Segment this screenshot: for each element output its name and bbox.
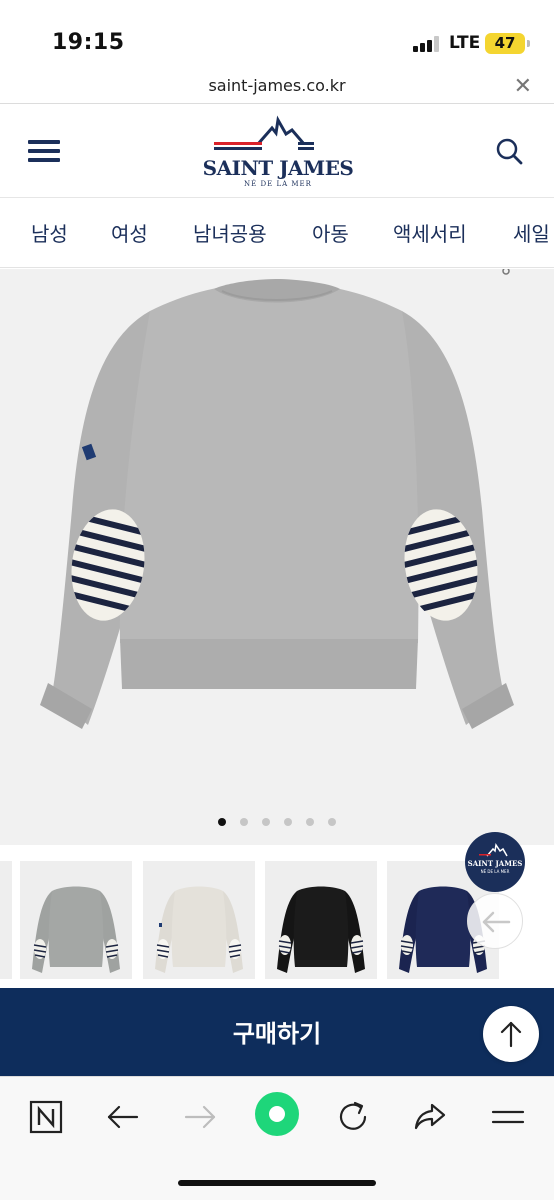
badge-tagline: NÉ DE LA MER: [480, 869, 510, 874]
category-accessories[interactable]: 액세서리: [393, 218, 467, 247]
green-home-icon[interactable]: [254, 1091, 300, 1137]
url-text[interactable]: saint-james.co.kr: [0, 76, 554, 95]
brand-tagline: NÉ DE LA MER: [244, 180, 312, 188]
forward-icon[interactable]: [178, 1095, 222, 1139]
scroll-to-top-button[interactable]: [483, 1006, 539, 1062]
hamburger-menu-icon[interactable]: [28, 140, 62, 162]
thumbnail-ecru[interactable]: [143, 861, 255, 979]
product-image-carousel[interactable]: [0, 269, 554, 845]
naver-n-icon[interactable]: [24, 1095, 68, 1139]
thumbnail-black[interactable]: [265, 861, 377, 979]
share-icon[interactable]: [408, 1095, 452, 1139]
product-sweatshirt-image: [40, 269, 514, 729]
status-bar: 19:15 LTE 47: [0, 0, 554, 72]
category-women[interactable]: 여성: [111, 218, 148, 247]
thumbnail-grey[interactable]: [20, 861, 132, 979]
home-indicator: [178, 1180, 376, 1186]
carousel-pagination: [0, 811, 554, 830]
reload-icon[interactable]: [331, 1095, 375, 1139]
thumbnail-partial[interactable]: [0, 861, 12, 979]
buy-button-label: 구매하기: [232, 1020, 322, 1048]
back-arrow-icon[interactable]: [467, 893, 523, 949]
search-icon[interactable]: [494, 136, 524, 166]
brand-badge[interactable]: SAINT JAMES NÉ DE LA MER: [465, 832, 525, 892]
battery-level: 47: [494, 34, 516, 52]
mountain-logo-icon: [479, 843, 508, 857]
carousel-dot[interactable]: [240, 818, 248, 826]
ecru-sweatshirt-thumbnail: [155, 886, 243, 973]
brand-logo[interactable]: SAINT JAMES NÉ DE LA MER: [200, 114, 356, 192]
mountain-logo-icon: [214, 115, 314, 150]
menu-icon[interactable]: [486, 1095, 530, 1139]
carousel-dot[interactable]: [306, 818, 314, 826]
brand-name: SAINT JAMES: [202, 156, 354, 180]
network-type: LTE: [449, 33, 481, 53]
back-icon[interactable]: [101, 1095, 145, 1139]
carousel-dot[interactable]: [262, 818, 270, 826]
badge-brand-name: SAINT JAMES: [467, 859, 523, 868]
category-nav: 남성 여성 남녀공용 아동 액세서리 세일: [0, 198, 554, 268]
battery-icon: 47: [485, 33, 530, 54]
category-unisex[interactable]: 남녀공용: [193, 218, 267, 247]
category-sale[interactable]: 세일: [513, 218, 550, 247]
carousel-dot[interactable]: [218, 818, 226, 826]
carousel-dot[interactable]: [284, 818, 292, 826]
black-sweatshirt-thumbnail: [277, 886, 365, 973]
site-header: SAINT JAMES NÉ DE LA MER: [0, 104, 554, 198]
cellular-signal-icon: [413, 36, 439, 52]
grey-sweatshirt-thumbnail: [32, 886, 120, 973]
category-men[interactable]: 남성: [31, 218, 68, 247]
close-icon[interactable]: ✕: [514, 74, 532, 99]
carousel-dot[interactable]: [328, 818, 336, 826]
status-time: 19:15: [52, 30, 125, 55]
url-bar[interactable]: saint-james.co.kr ✕: [0, 72, 554, 104]
arrow-up-icon: [500, 1021, 522, 1048]
category-kids[interactable]: 아동: [312, 218, 349, 247]
buy-button[interactable]: 구매하기: [0, 988, 554, 1076]
